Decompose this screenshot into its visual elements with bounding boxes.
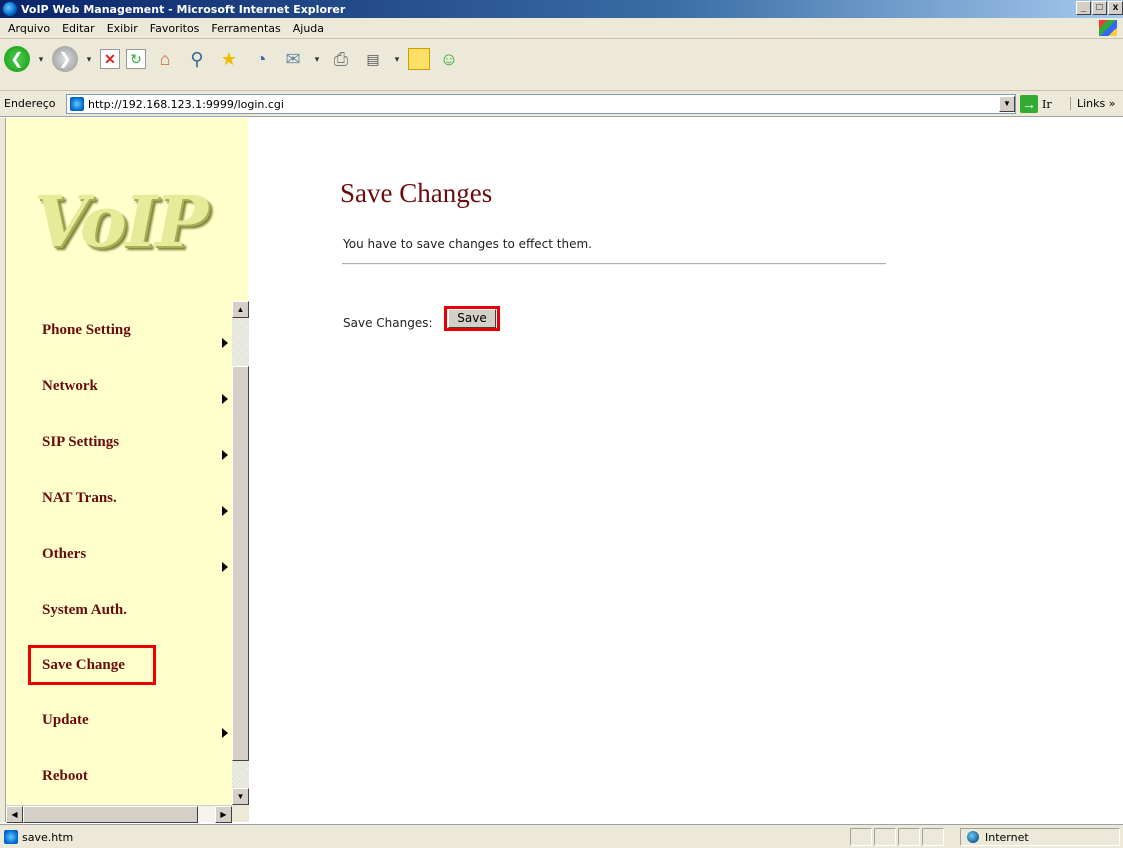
sidebar-item-save-change[interactable]: Save Change — [42, 657, 125, 674]
address-dropdown-icon[interactable]: ▼ — [999, 96, 1015, 112]
status-text: save.htm — [22, 831, 74, 844]
refresh-icon[interactable]: ↻ — [126, 49, 146, 69]
voip-logo: VoIP — [34, 180, 208, 263]
menu-bar: Arquivo Editar Exibir Favoritos Ferramen… — [0, 18, 1123, 39]
scroll-left-icon[interactable]: ◀ — [6, 806, 23, 823]
zone-label: Internet — [985, 830, 1029, 844]
scroll-right-icon[interactable]: ▶ — [215, 806, 232, 823]
sidebar-item-phone-setting[interactable]: Phone Setting — [42, 322, 131, 339]
sidebar-item-sip-settings[interactable]: SIP Settings — [42, 434, 119, 451]
notes-icon[interactable] — [408, 48, 430, 70]
forward-dropdown-icon[interactable]: ▾ — [84, 46, 94, 72]
maximize-button[interactable]: □ — [1092, 1, 1107, 15]
go-arrow-icon[interactable]: → — [1020, 95, 1038, 113]
edit-dropdown-icon[interactable]: ▾ — [392, 46, 402, 72]
close-button[interactable]: x — [1108, 1, 1123, 15]
menu-ajuda[interactable]: Ajuda — [293, 22, 324, 35]
window-title: VoIP Web Management - Microsoft Internet… — [21, 2, 346, 16]
sidebar-item-reboot[interactable]: Reboot — [42, 768, 88, 785]
status-panel — [850, 828, 872, 846]
stop-icon[interactable]: ✕ — [100, 49, 120, 69]
mail-dropdown-icon[interactable]: ▾ — [312, 46, 322, 72]
address-input[interactable]: http://192.168.123.1:9999/login.cgi ▼ — [66, 94, 1016, 114]
menu-ferramentas[interactable]: Ferramentas — [211, 22, 280, 35]
go-button[interactable]: → Ir — [1020, 95, 1052, 113]
submenu-arrow-icon[interactable] — [222, 506, 228, 516]
menu-arquivo[interactable]: Arquivo — [8, 22, 50, 35]
divider — [342, 263, 886, 265]
search-icon[interactable]: ⚲ — [184, 46, 210, 72]
menu-editar[interactable]: Editar — [62, 22, 95, 35]
scroll-down-icon[interactable]: ▼ — [232, 788, 249, 805]
page-description: You have to save changes to effect them. — [343, 237, 592, 251]
save-changes-label: Save Changes: — [343, 316, 433, 330]
sidebar-item-nat-trans[interactable]: NAT Trans. — [42, 490, 117, 507]
windows-logo-icon — [1099, 20, 1117, 36]
sidebar-vertical-scrollbar[interactable]: ▲ ▼ — [232, 301, 249, 805]
back-icon[interactable]: ❮ — [4, 46, 30, 72]
submenu-arrow-icon[interactable] — [222, 450, 228, 460]
mail-icon[interactable]: ✉ — [280, 46, 306, 72]
menu-favoritos[interactable]: Favoritos — [150, 22, 200, 35]
submenu-arrow-icon[interactable] — [222, 338, 228, 348]
address-label: Endereço — [4, 97, 56, 110]
scrollbar-thumb[interactable] — [232, 366, 249, 761]
page-icon — [70, 97, 84, 111]
sidebar-item-others[interactable]: Others — [42, 546, 86, 563]
status-panel — [898, 828, 920, 846]
home-icon[interactable]: ⌂ — [152, 46, 178, 72]
submenu-arrow-icon[interactable] — [222, 728, 228, 738]
sidebar-item-system-auth[interactable]: System Auth. — [42, 602, 127, 619]
toolbar: ❮ ▾ ❯ ▾ ✕ ↻ ⌂ ⚲ ★ ◔ ✉ ▾ ⎙ ▤ ▾ ☺ — [0, 39, 1123, 91]
print-icon[interactable]: ⎙ — [328, 46, 354, 72]
frame-separator — [249, 118, 253, 822]
submenu-arrow-icon[interactable] — [222, 394, 228, 404]
save-button[interactable]: Save — [448, 309, 496, 328]
back-dropdown-icon[interactable]: ▾ — [36, 46, 46, 72]
sidebar-frame: VoIP Phone Setting Network SIP Settings … — [6, 118, 248, 822]
address-url[interactable]: http://192.168.123.1:9999/login.cgi — [88, 98, 284, 111]
messenger-icon[interactable]: ☺ — [436, 46, 462, 72]
internet-globe-icon — [967, 831, 979, 843]
submenu-arrow-icon[interactable] — [222, 562, 228, 572]
ie-app-icon — [3, 2, 17, 16]
hscrollbar-thumb[interactable] — [23, 806, 198, 823]
forward-icon[interactable]: ❯ — [52, 46, 78, 72]
sidebar-item-network[interactable]: Network — [42, 378, 98, 395]
go-label[interactable]: Ir — [1042, 98, 1052, 111]
status-bar: save.htm Internet — [0, 824, 1123, 848]
edit-icon[interactable]: ▤ — [360, 46, 386, 72]
favorites-icon[interactable]: ★ — [216, 46, 242, 72]
window-title-bar: VoIP Web Management - Microsoft Internet… — [0, 0, 1123, 18]
page-status-icon — [4, 830, 18, 844]
sidebar-horizontal-scrollbar[interactable]: ◀ ▶ — [6, 805, 232, 823]
status-panel — [922, 828, 944, 846]
status-panel — [874, 828, 896, 846]
scrollbar-corner — [232, 805, 249, 822]
minimize-button[interactable]: _ — [1076, 1, 1091, 15]
window-controls: _ □ x — [1075, 1, 1123, 15]
links-button[interactable]: Links » — [1070, 97, 1115, 110]
history-icon[interactable]: ◔ — [248, 46, 274, 72]
security-zone: Internet — [960, 828, 1120, 846]
scroll-up-icon[interactable]: ▲ — [232, 301, 249, 318]
sidebar-item-update[interactable]: Update — [42, 712, 89, 729]
menu-exibir[interactable]: Exibir — [107, 22, 138, 35]
address-bar: Endereço http://192.168.123.1:9999/login… — [0, 91, 1123, 117]
page-title: Save Changes — [340, 178, 493, 208]
